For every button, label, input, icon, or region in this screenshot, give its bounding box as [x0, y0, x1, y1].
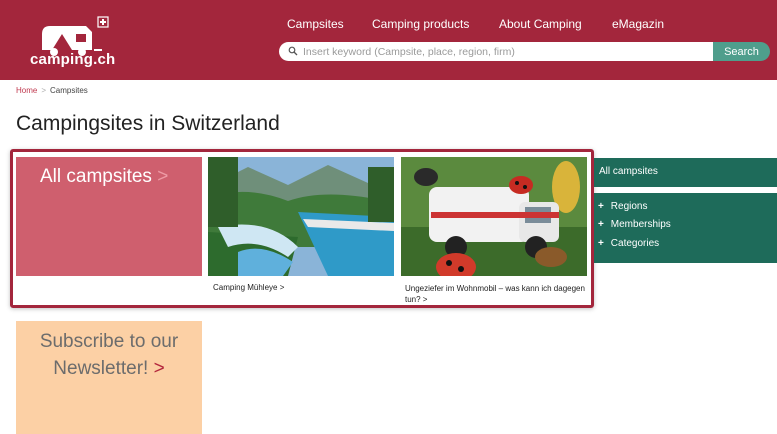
sidebar-all-campsites[interactable]: All campsites [594, 158, 777, 187]
all-campsites-tile-text: All campsites [40, 166, 152, 187]
plus-icon: + [598, 238, 604, 249]
search-icon [288, 46, 298, 56]
newsletter-line2: Newsletter! > [16, 355, 202, 382]
ungeziefer-wohnmobil-image[interactable] [401, 157, 587, 276]
camping-muehleye-image[interactable] [208, 157, 394, 276]
logo-text[interactable]: camping.ch [30, 51, 115, 68]
breadcrumb-current: Campsites [50, 86, 88, 95]
breadcrumb-home[interactable]: Home [16, 86, 37, 95]
breadcrumb-separator: > [41, 86, 47, 95]
all-campsites-tile-label[interactable]: All campsites > [40, 166, 168, 188]
sidebar-item-regions[interactable]: + Regions [598, 201, 647, 212]
sidebar-item-label: Categories [610, 238, 660, 249]
sidebar-all-campsites-label: All campsites [599, 166, 658, 177]
newsletter-line1: Subscribe to our [39, 331, 179, 352]
page-title: Campingsites in Switzerland [16, 112, 280, 135]
nav-about-camping[interactable]: About Camping [499, 17, 582, 31]
plus-icon: + [598, 201, 604, 212]
arrow-icon: > [153, 358, 165, 379]
nav-emagazin[interactable]: eMagazin [612, 17, 664, 31]
plus-icon: + [598, 219, 604, 230]
ungeziefer-caption[interactable]: Ungeziefer im Wohnmobil – was kann ich d… [405, 283, 585, 305]
sidebar-item-label: Regions [610, 201, 648, 212]
arrow-icon: > [157, 166, 169, 187]
breadcrumb: Home > Campsites [16, 86, 88, 95]
sidebar-item-categories[interactable]: + Categories [598, 238, 659, 249]
search-field [279, 42, 713, 61]
search-button[interactable]: Search [713, 42, 770, 61]
camping-muehleye-caption[interactable]: Camping Mühleye > [213, 283, 284, 292]
nav-camping-products[interactable]: Camping products [372, 17, 469, 31]
sidebar-item-memberships[interactable]: + Memberships [598, 219, 671, 230]
newsletter-text[interactable]: Subscribe to our Newsletter! > [16, 328, 202, 382]
search-input[interactable] [303, 43, 708, 60]
sidebar-item-label: Memberships [610, 219, 671, 230]
nav-campsites[interactable]: Campsites [287, 17, 344, 31]
search-bar: Search [279, 42, 770, 61]
newsletter-line2-text: Newsletter! [53, 358, 149, 379]
sidebar-filter-menu: + Regions + Memberships + Categories [594, 193, 777, 263]
site-header: camping.ch Campsites Camping products Ab… [0, 0, 777, 80]
